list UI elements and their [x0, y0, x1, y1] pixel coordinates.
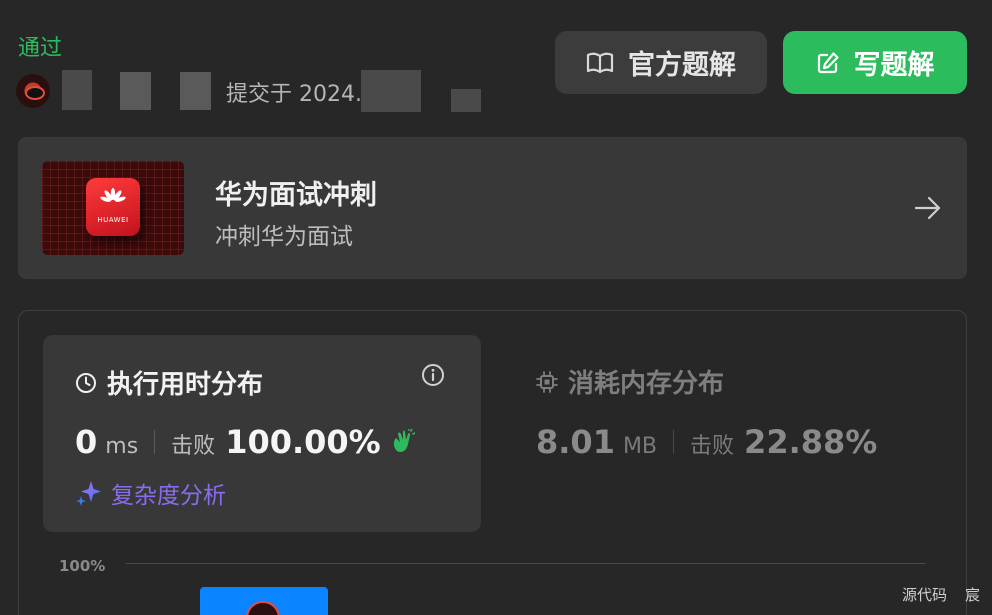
memory-value: 8.01: [536, 423, 615, 461]
avatar[interactable]: [16, 74, 50, 108]
sparkle-icon: [76, 481, 101, 506]
book-icon: [586, 52, 614, 73]
redacted-time: [361, 70, 421, 112]
memory-unit: MB: [622, 434, 658, 459]
arrow-right-icon[interactable]: [913, 193, 943, 223]
runtime-unit: ms: [105, 434, 139, 459]
runtime-beat-percent: 100.00%: [225, 423, 381, 461]
redacted-username: [120, 72, 151, 110]
redacted-time: [451, 89, 481, 112]
runtime-beat-label: 击败: [171, 434, 216, 459]
runtime-value: 0: [75, 423, 98, 461]
chart-y-axis-label: 100%: [59, 557, 106, 575]
chart-gridline: [126, 563, 926, 564]
status-accepted: 通过: [18, 36, 63, 61]
redacted-username: [180, 72, 211, 110]
footer-links: 源代码 宸: [902, 584, 980, 605]
submitter-info: [16, 70, 50, 112]
huawei-logo-text: HUAWEI: [97, 216, 129, 224]
runtime-metrics: 0 ms 击败 100.00%: [75, 423, 415, 461]
huawei-promo-banner[interactable]: HUAWEI 华为面试冲刺 冲刺华为面试: [18, 137, 967, 279]
runtime-title-text: 执行用时分布: [107, 370, 264, 400]
promo-title: 华为面试冲刺: [215, 180, 377, 211]
source-code-link[interactable]: 源代码: [902, 584, 947, 605]
clock-icon: [76, 372, 96, 393]
redacted-username: [62, 70, 92, 110]
complexity-analysis-link[interactable]: 复杂度分析: [75, 476, 226, 510]
promo-image: HUAWEI: [42, 161, 184, 255]
official-solution-button[interactable]: 官方题解: [555, 31, 767, 94]
edit-icon: [817, 51, 839, 73]
complexity-analysis-label: 复杂度分析: [111, 483, 226, 509]
memory-metrics: 8.01 MB 击败 22.88%: [536, 423, 877, 461]
runtime-distribution-card[interactable]: 执行用时分布 0 ms 击败 100.00% 复杂度分析: [43, 335, 481, 532]
memory-distribution-card[interactable]: 消耗内存分布 8.01 MB 击败 22.88%: [536, 363, 877, 461]
write-solution-label: 写题解: [853, 50, 935, 81]
memory-title: 消耗内存分布: [536, 363, 724, 400]
divider: [673, 430, 675, 454]
author-link[interactable]: 宸: [965, 584, 980, 605]
memory-title-text: 消耗内存分布: [568, 369, 725, 399]
write-solution-button[interactable]: 写题解: [783, 31, 967, 94]
promo-subtitle: 冲刺华为面试: [215, 224, 353, 250]
submitted-time: 提交于 2024.: [226, 82, 362, 107]
divider: [154, 430, 156, 454]
official-solution-label: 官方题解: [628, 50, 736, 81]
memory-beat-percent: 22.88%: [744, 423, 878, 461]
submission-detail-page: 通过 提交于 2024. 官方题解 写题解 HUAWEI 华为面试冲刺 冲刺华为…: [0, 0, 992, 615]
cpu-chip-icon: [536, 370, 558, 393]
runtime-title: 执行用时分布: [75, 364, 263, 401]
info-icon[interactable]: [421, 363, 445, 387]
memory-beat-label: 击败: [690, 434, 735, 459]
huawei-logo: HUAWEI: [86, 178, 140, 236]
clapping-hands-icon: [393, 429, 415, 453]
